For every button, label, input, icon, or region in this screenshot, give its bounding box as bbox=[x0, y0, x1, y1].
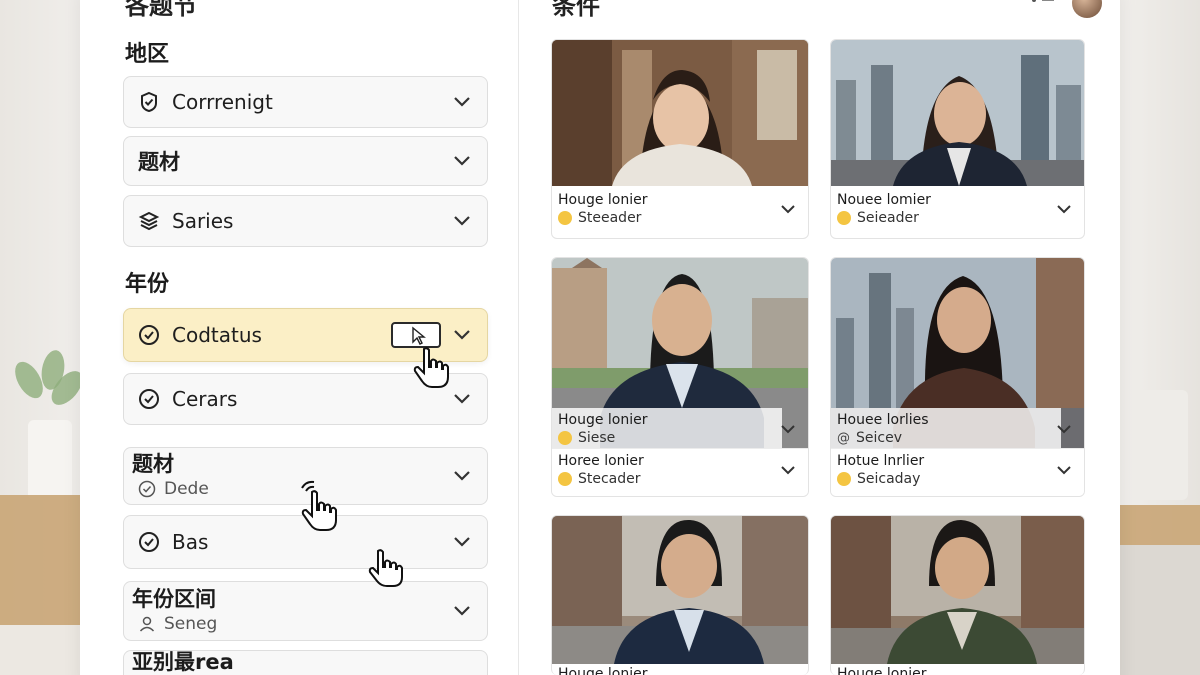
smile-icon bbox=[837, 211, 851, 225]
card-role: Seieader bbox=[857, 210, 919, 226]
filter-title: 题材 bbox=[132, 452, 174, 477]
chevron-down-icon[interactable] bbox=[1056, 204, 1072, 214]
check-circle-icon bbox=[138, 531, 160, 553]
chevron-down-icon[interactable] bbox=[453, 605, 471, 617]
smile-icon bbox=[558, 472, 572, 486]
background-plant bbox=[9, 348, 89, 500]
user-icon bbox=[139, 616, 155, 632]
smile-icon bbox=[558, 211, 572, 225]
card-name-secondary: Horee lonier bbox=[558, 453, 644, 469]
check-circle-icon bbox=[138, 480, 156, 497]
filter-label: 题材 bbox=[138, 150, 180, 174]
filter-label: Saries bbox=[172, 209, 234, 233]
results-heading: 条件 bbox=[552, 0, 600, 20]
check-circle-icon bbox=[138, 388, 160, 410]
card-name: Houge lonier bbox=[558, 412, 648, 428]
card-role: Seicev bbox=[856, 430, 902, 446]
chevron-down-icon[interactable] bbox=[453, 155, 471, 167]
filter-sub-label: Seneg bbox=[164, 613, 218, 634]
result-card[interactable]: Houee lorlies @ Seicev Hotue lnrlier Seic… bbox=[830, 257, 1085, 497]
hand-cursor-icon bbox=[413, 347, 449, 388]
result-card[interactable]: Nouee lomier Seieader bbox=[830, 39, 1085, 239]
chevron-down-icon[interactable] bbox=[453, 215, 471, 227]
at-icon: @ bbox=[837, 430, 850, 446]
smile-icon bbox=[837, 472, 851, 486]
filter-series[interactable]: Saries bbox=[123, 195, 488, 247]
result-card[interactable]: Houge lonier bbox=[830, 515, 1085, 675]
card-name: Houge lonier bbox=[558, 192, 648, 208]
card-name: Houge lonier bbox=[837, 666, 927, 675]
result-card[interactable]: Houge lonier Siese Horee lonier Stecader bbox=[551, 257, 809, 497]
filter-title: 亚别最rea bbox=[132, 650, 234, 675]
result-card[interactable]: Houge lonier bbox=[551, 515, 809, 675]
filter-genre[interactable]: 题材 bbox=[123, 136, 488, 186]
background-cabinet bbox=[1118, 545, 1200, 675]
chevron-down-icon[interactable] bbox=[453, 393, 471, 405]
chevron-down-icon[interactable] bbox=[453, 470, 471, 482]
result-card[interactable]: Houge lonier Steeader bbox=[551, 39, 809, 239]
filter-year-range[interactable]: 年份区间 Seneg bbox=[123, 581, 488, 641]
card-role: Siese bbox=[578, 430, 616, 446]
hand-cursor-icon bbox=[301, 480, 337, 531]
filter-sub-label: Dede bbox=[164, 478, 209, 499]
year-section-title: 年份 bbox=[125, 272, 170, 297]
portrait-photo bbox=[552, 516, 808, 664]
card-name: Houee lorlies bbox=[837, 412, 929, 428]
portrait-photo bbox=[831, 516, 1084, 664]
card-name-secondary: Hotue lnrlier bbox=[837, 453, 925, 469]
portrait-photo bbox=[552, 40, 808, 186]
card-name: Nouee lomier bbox=[837, 192, 931, 208]
chevron-down-icon[interactable] bbox=[1056, 424, 1072, 434]
card-name: Houge lonier bbox=[558, 666, 648, 675]
chevron-down-icon[interactable] bbox=[780, 204, 796, 214]
check-circle-icon bbox=[138, 324, 160, 346]
card-role-secondary: Stecader bbox=[578, 471, 641, 487]
background-shelf bbox=[0, 495, 80, 625]
filter-label: Corrrenigt bbox=[172, 90, 273, 114]
avatar[interactable] bbox=[1072, 0, 1102, 18]
card-role-secondary: Seicaday bbox=[857, 471, 921, 487]
hand-cursor-icon bbox=[368, 549, 403, 587]
chevron-down-icon[interactable] bbox=[780, 465, 796, 475]
layers-icon bbox=[138, 210, 160, 232]
sidebar-heading: 各题节 bbox=[125, 0, 197, 20]
chevron-down-icon[interactable] bbox=[780, 424, 796, 434]
chevron-down-icon[interactable] bbox=[1056, 465, 1072, 475]
check-circle-icon bbox=[138, 91, 160, 113]
background-vase bbox=[1136, 390, 1188, 500]
background-floor bbox=[0, 625, 80, 675]
filter-region-current[interactable]: Corrrenigt bbox=[123, 76, 488, 128]
chevron-down-icon[interactable] bbox=[453, 536, 471, 548]
background-shelf-right bbox=[1118, 505, 1200, 545]
more-icon[interactable] bbox=[1028, 0, 1058, 10]
region-section-title: 地区 bbox=[125, 42, 170, 67]
portrait-photo bbox=[831, 40, 1084, 186]
chevron-down-icon[interactable] bbox=[453, 96, 471, 108]
smile-icon bbox=[558, 431, 572, 445]
panel-divider bbox=[518, 0, 519, 675]
filter-title: 年份区间 bbox=[132, 587, 216, 612]
header-actions bbox=[1028, 0, 1102, 18]
chevron-down-icon[interactable] bbox=[453, 329, 471, 341]
card-role: Steeader bbox=[578, 210, 642, 226]
filter-cut-off[interactable]: 亚别最rea bbox=[123, 650, 488, 675]
